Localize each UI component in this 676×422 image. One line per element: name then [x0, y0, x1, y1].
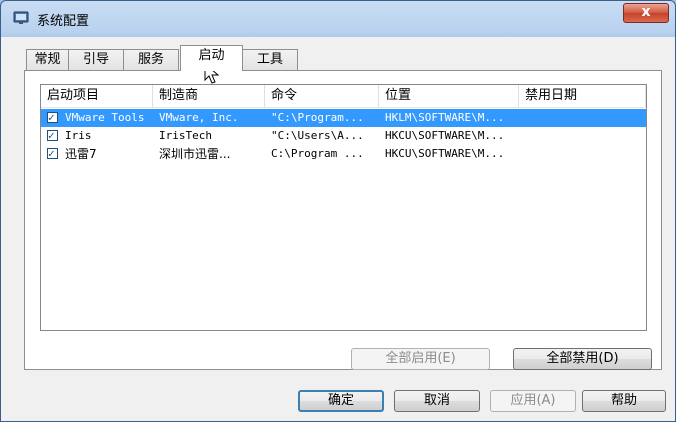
system-config-window: 系统配置 x 常规 引导 服务 启动 工具 启动项目 制造商 命令 位置 禁用日…: [0, 0, 676, 422]
startup-item-command: "C:\Program...: [271, 111, 364, 124]
table-row[interactable]: VMware Tools VMware, Inc. "C:\Program...…: [41, 109, 646, 127]
column-header-disabled-date[interactable]: 禁用日期: [519, 85, 646, 107]
startup-tab-panel: 启动项目 制造商 命令 位置 禁用日期 VMware Tools VMware,…: [24, 70, 662, 370]
tab-tools[interactable]: 工具: [242, 49, 298, 70]
startup-item-manufacturer: 深圳市迅雷...: [159, 147, 231, 161]
tab-general[interactable]: 常规: [26, 49, 69, 70]
column-header-startup-item[interactable]: 启动项目: [41, 85, 153, 107]
startup-item-command: C:\Program ...: [271, 147, 364, 160]
startup-item-manufacturer: IrisTech: [159, 129, 212, 142]
startup-item-disabled-date: [525, 127, 643, 145]
startup-item-name: Iris: [65, 129, 92, 142]
disable-all-button[interactable]: 全部禁用(D): [513, 348, 652, 370]
enable-all-button[interactable]: 全部启用(E): [351, 348, 490, 370]
dialog-client-area: 常规 引导 服务 启动 工具 启动项目 制造商 命令 位置 禁用日期 VMwar…: [8, 37, 668, 417]
tab-boot[interactable]: 引导: [68, 49, 124, 70]
window-title: 系统配置: [37, 14, 90, 29]
ok-button[interactable]: 确定: [298, 390, 384, 412]
tab-label: 引导: [82, 52, 109, 67]
startup-item-location: HKLM\SOFTWARE\M...: [385, 111, 505, 124]
table-row[interactable]: Iris IrisTech "C:\Users\A... HKCU\SOFTWA…: [41, 127, 646, 145]
table-row[interactable]: 迅雷7 深圳市迅雷... C:\Program ... HKCU\SOFTWAR…: [41, 145, 646, 163]
startup-item-name: 迅雷7: [65, 147, 97, 161]
title-bar[interactable]: 系统配置 x: [1, 1, 675, 35]
close-button[interactable]: x: [623, 3, 669, 23]
startup-item-name: VMware Tools: [65, 111, 145, 124]
tab-services[interactable]: 服务: [123, 49, 179, 70]
column-header-manufacturer[interactable]: 制造商: [153, 85, 265, 107]
startup-item-checkbox[interactable]: [47, 127, 58, 145]
column-header-command[interactable]: 命令: [265, 85, 379, 107]
tab-startup[interactable]: 启动: [180, 45, 243, 71]
startup-item-manufacturer: VMware, Inc.: [159, 111, 239, 124]
close-icon: x: [641, 4, 651, 20]
startup-item-disabled-date: [525, 145, 643, 163]
tab-label: 工具: [256, 52, 283, 67]
cancel-button[interactable]: 取消: [394, 390, 480, 412]
help-button[interactable]: 帮助: [582, 390, 666, 412]
column-header-location[interactable]: 位置: [379, 85, 519, 107]
startup-item-command: "C:\Users\A...: [271, 129, 364, 142]
startup-item-location: HKCU\SOFTWARE\M...: [385, 129, 505, 142]
list-header: 启动项目 制造商 命令 位置 禁用日期: [41, 85, 646, 108]
startup-item-disabled-date: [525, 109, 643, 127]
startup-item-location: HKCU\SOFTWARE\M...: [385, 147, 505, 160]
tab-label: 启动: [198, 48, 225, 63]
startup-items-list[interactable]: 启动项目 制造商 命令 位置 禁用日期 VMware Tools VMware,…: [40, 84, 647, 331]
startup-item-checkbox[interactable]: [47, 145, 58, 163]
tab-label: 常规: [34, 52, 61, 67]
apply-button[interactable]: 应用(A): [490, 390, 576, 412]
startup-item-checkbox[interactable]: [47, 109, 58, 127]
system-config-app-icon: [13, 11, 29, 24]
tab-label: 服务: [137, 52, 164, 67]
